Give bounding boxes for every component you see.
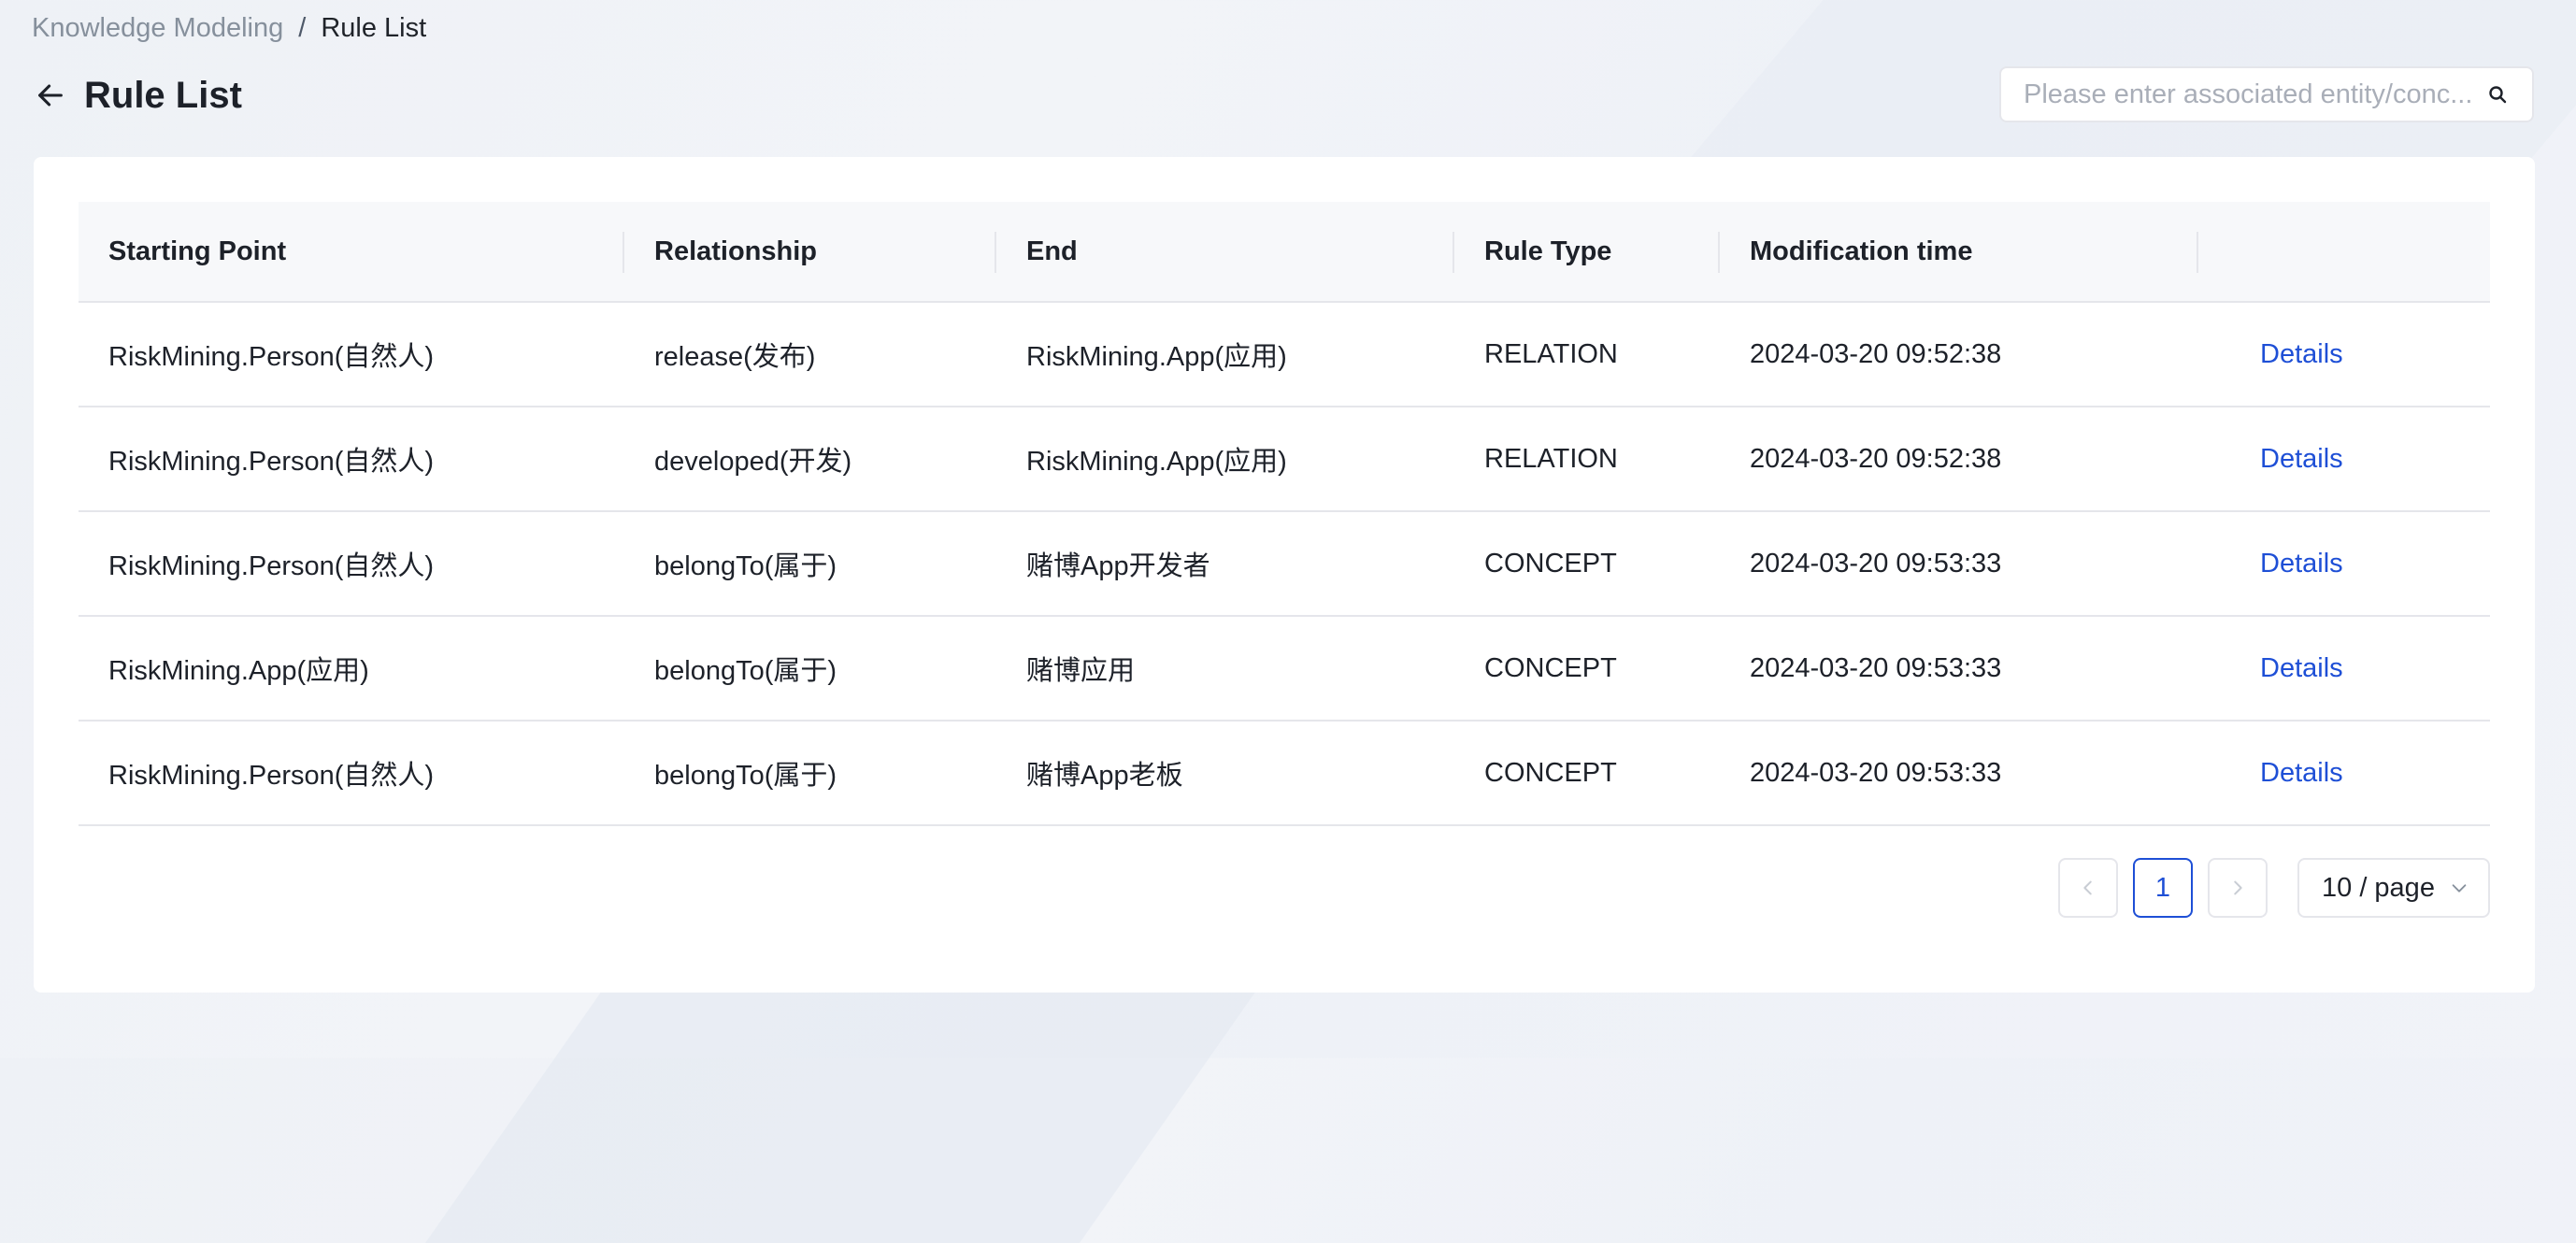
chevron-right-icon (2234, 880, 2242, 895)
cell-end: RiskMining.App(应用) (1026, 447, 1287, 477)
prev-page-button[interactable] (2058, 858, 2118, 918)
column-header-relationship: Relationship (624, 202, 996, 301)
breadcrumb-separator: / (298, 13, 307, 43)
search-input[interactable] (2022, 78, 2474, 111)
chevron-left-icon (2083, 880, 2092, 895)
cell-end: RiskMining.App(应用) (1026, 342, 1287, 372)
cell-starting-point: RiskMining.Person(自然人) (108, 551, 435, 581)
cell-relationship: belongTo(属于) (654, 551, 837, 581)
cell-modification-time: 2024-03-20 09:53:33 (1750, 757, 2002, 788)
back-button[interactable] (32, 77, 69, 114)
cell-relationship: belongTo(属于) (654, 656, 837, 686)
cell-rule-type: RELATION (1484, 443, 1618, 474)
cell-relationship: developed(开发) (654, 447, 852, 477)
cell-relationship: belongTo(属于) (654, 761, 837, 791)
table-row: RiskMining.Person(自然人) belongTo(属于) 赌博Ap… (79, 512, 2490, 617)
page-header: Rule List (32, 67, 242, 123)
cell-end: 赌博应用 (1026, 656, 1136, 686)
page-size-select[interactable]: 10 / page (2297, 858, 2490, 918)
cell-modification-time: 2024-03-20 09:52:38 (1750, 338, 2002, 369)
column-header-actions (2198, 202, 2490, 301)
chevron-down-icon (2452, 884, 2467, 893)
cell-starting-point: RiskMining.Person(自然人) (108, 447, 435, 477)
column-header-starting-point: Starting Point (79, 202, 624, 301)
next-page-button[interactable] (2208, 858, 2268, 918)
cell-end: 赌博App开发者 (1026, 551, 1210, 581)
details-link[interactable]: Details (2198, 758, 2490, 789)
search-box[interactable] (1999, 66, 2534, 122)
column-header-modification-time: Modification time (1720, 202, 2198, 301)
page-size-value: 10 / page (2322, 872, 2435, 903)
rule-list-card: Starting Point Relationship End Rule Typ… (34, 157, 2535, 993)
background-decoration (424, 963, 1277, 1243)
breadcrumb: Knowledge Modeling / Rule List (32, 9, 426, 47)
table-row: RiskMining.Person(自然人) release(发布) RiskM… (79, 303, 2490, 407)
details-link[interactable]: Details (2198, 653, 2490, 684)
cell-rule-type: CONCEPT (1484, 652, 1617, 683)
details-link[interactable]: Details (2198, 339, 2490, 370)
cell-starting-point: RiskMining.Person(自然人) (108, 761, 435, 791)
table-header: Starting Point Relationship End Rule Typ… (79, 202, 2490, 303)
breadcrumb-current: Rule List (321, 13, 427, 43)
cell-starting-point: RiskMining.App(应用) (108, 656, 369, 686)
table-row: RiskMining.Person(自然人) developed(开发) Ris… (79, 407, 2490, 512)
cell-rule-type: CONCEPT (1484, 548, 1617, 579)
details-link[interactable]: Details (2198, 549, 2490, 579)
column-header-rule-type: Rule Type (1454, 202, 1720, 301)
column-header-end: End (996, 202, 1454, 301)
arrow-left-icon (38, 84, 63, 107)
cell-modification-time: 2024-03-20 09:52:38 (1750, 443, 2002, 474)
cell-modification-time: 2024-03-20 09:53:33 (1750, 652, 2002, 683)
cell-relationship: release(发布) (654, 342, 816, 372)
pagination: 1 10 / page (2043, 858, 2490, 918)
page-number-button[interactable]: 1 (2133, 858, 2193, 918)
rule-table: Starting Point Relationship End Rule Typ… (79, 202, 2490, 826)
cell-modification-time: 2024-03-20 09:53:33 (1750, 548, 2002, 579)
details-link[interactable]: Details (2198, 444, 2490, 475)
search-icon[interactable] (2483, 80, 2512, 108)
page-title: Rule List (84, 74, 242, 116)
table-row: RiskMining.Person(自然人) belongTo(属于) 赌博Ap… (79, 722, 2490, 826)
cell-starting-point: RiskMining.Person(自然人) (108, 342, 435, 372)
table-row: RiskMining.App(应用) belongTo(属于) 赌博应用 CON… (79, 617, 2490, 722)
cell-end: 赌博App老板 (1026, 761, 1183, 791)
cell-rule-type: CONCEPT (1484, 757, 1617, 788)
cell-rule-type: RELATION (1484, 338, 1618, 369)
breadcrumb-knowledge-modeling[interactable]: Knowledge Modeling (32, 9, 283, 47)
